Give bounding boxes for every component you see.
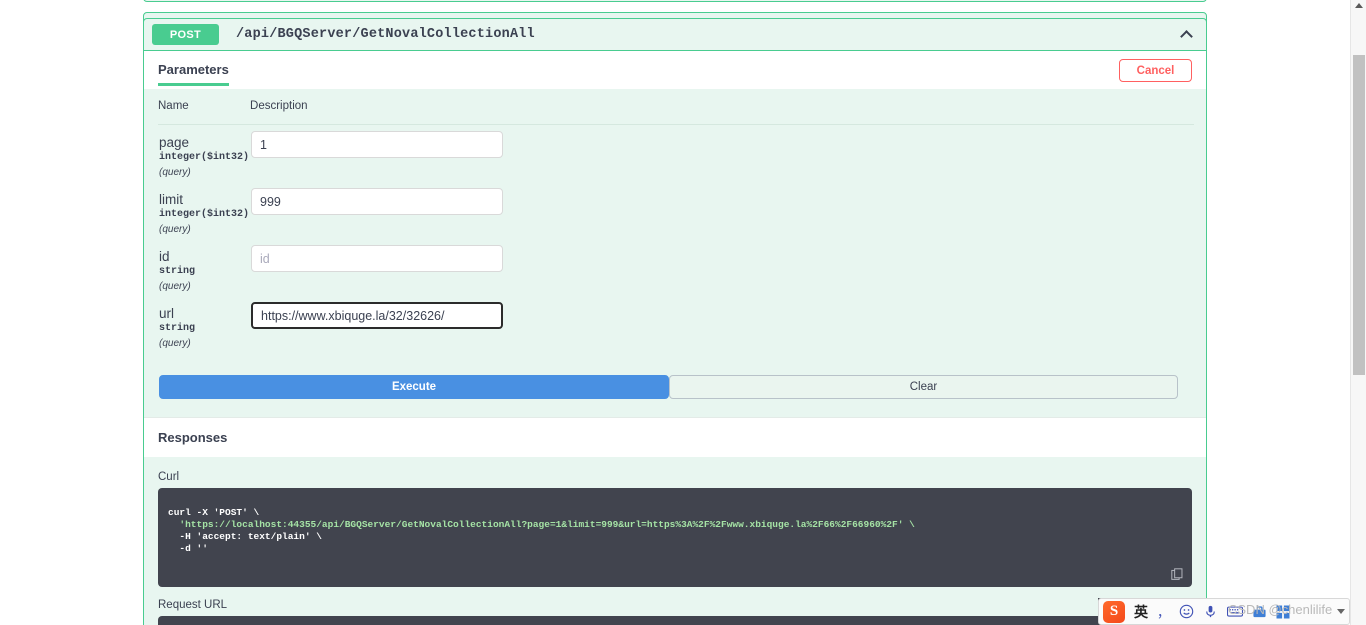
- param-type: string: [159, 323, 196, 334]
- param-value-cell-url: [250, 296, 1194, 353]
- param-name-cell-id: id string (query): [158, 239, 250, 296]
- param-name: id: [159, 249, 170, 264]
- param-input-limit[interactable]: [251, 188, 504, 215]
- param-type: integer($int32): [159, 152, 250, 163]
- table-header-row: Name Description: [158, 89, 1194, 125]
- operation-tabstrip: Parameters Cancel: [144, 51, 1206, 89]
- responses-title: Responses: [158, 430, 228, 445]
- param-name-cell-limit: limit integer($int32) (query): [158, 182, 250, 239]
- chevron-up-icon[interactable]: [1176, 25, 1196, 45]
- http-method-badge: POST: [152, 24, 219, 45]
- param-name-cell-page: page integer($int32) (query): [158, 125, 250, 183]
- param-value-cell-limit: [250, 182, 1194, 239]
- curl-line-1: 'https://localhost:44355/api/BGQServer/G…: [168, 519, 915, 530]
- parameters-table-body: page integer($int32) (query) limit integ…: [158, 125, 1194, 354]
- endpoint-path: /api/BGQServer/GetNovalCollectionAll: [236, 27, 535, 42]
- copy-to-clipboard-icon[interactable]: [1171, 568, 1184, 581]
- param-location: (query): [159, 338, 191, 349]
- ime-punctuation-toggle[interactable]: ，: [1157, 602, 1170, 621]
- operation-summary-header[interactable]: POST /api/BGQServer/GetNovalCollectionAl…: [144, 19, 1206, 51]
- param-name: url: [159, 306, 175, 321]
- scroll-up-arrow-icon[interactable]: [1355, 3, 1363, 8]
- request-url-block: https://localhost:44355/api/BGQServer/Ge…: [158, 616, 1192, 625]
- chevron-down-icon[interactable]: [1337, 609, 1345, 614]
- clear-button[interactable]: Clear: [669, 375, 1178, 399]
- scrollbar-thumb[interactable]: [1353, 55, 1365, 375]
- toolbox-icon[interactable]: [1252, 605, 1267, 619]
- param-input-id[interactable]: [251, 245, 504, 272]
- param-name-cell-url: url string (query): [158, 296, 250, 353]
- sogou-logo-icon[interactable]: S: [1103, 600, 1125, 623]
- apps-grid-icon[interactable]: [1276, 605, 1290, 619]
- param-location: (query): [159, 224, 191, 235]
- table-row: url string (query): [158, 296, 1194, 353]
- execute-button[interactable]: Execute: [159, 375, 669, 399]
- parameters-section: Name Description page integer($int32) (q…: [144, 89, 1206, 353]
- curl-line-0: curl -X 'POST' \: [168, 507, 260, 518]
- curl-code-block[interactable]: curl -X 'POST' \ 'https://localhost:4435…: [158, 488, 1192, 587]
- request-url-label: Request URL: [158, 599, 228, 611]
- action-buttons-row: Execute Clear: [144, 353, 1206, 417]
- param-input-url[interactable]: [251, 302, 504, 329]
- smiley-icon[interactable]: [1179, 604, 1194, 619]
- operation-block: POST /api/BGQServer/GetNovalCollectionAl…: [143, 18, 1207, 625]
- ime-language-mode[interactable]: 英: [1134, 602, 1148, 622]
- sogou-ime-toolbar[interactable]: S 英 ，: [1098, 598, 1350, 625]
- previous-operation-block-partial[interactable]: [143, 0, 1207, 2]
- microphone-icon[interactable]: [1203, 604, 1218, 619]
- column-header-name: Name: [158, 89, 251, 125]
- param-location: (query): [159, 167, 191, 178]
- tab-parameters[interactable]: Parameters: [158, 62, 229, 86]
- param-location: (query): [159, 281, 191, 292]
- param-value-cell-page: [250, 125, 1194, 183]
- parameters-table: Name Description page integer($int32) (q…: [158, 89, 1194, 353]
- responses-body: Curl curl -X 'POST' \ 'https://localhost…: [144, 457, 1206, 625]
- page-scrollbar[interactable]: [1350, 0, 1366, 625]
- responses-header: Responses: [144, 417, 1206, 457]
- table-row: limit integer($int32) (query): [158, 182, 1194, 239]
- table-row: id string (query): [158, 239, 1194, 296]
- param-name: limit: [159, 192, 183, 207]
- soft-keyboard-icon[interactable]: [1227, 605, 1244, 618]
- curl-line-2: -H 'accept: text/plain' \: [168, 531, 322, 542]
- param-name: page: [159, 135, 190, 150]
- column-header-description: Description: [250, 89, 1194, 125]
- swagger-page: POST /api/BGQServer/GetNovalCollectionAl…: [0, 0, 1350, 625]
- param-input-page[interactable]: [251, 131, 504, 158]
- curl-line-3: -d '': [168, 543, 208, 554]
- param-value-cell-id: [250, 239, 1194, 296]
- param-type: integer($int32): [159, 209, 250, 220]
- table-row: page integer($int32) (query): [158, 125, 1194, 183]
- cancel-button[interactable]: Cancel: [1119, 59, 1192, 82]
- param-type: string: [159, 266, 196, 277]
- curl-label: Curl: [158, 471, 180, 483]
